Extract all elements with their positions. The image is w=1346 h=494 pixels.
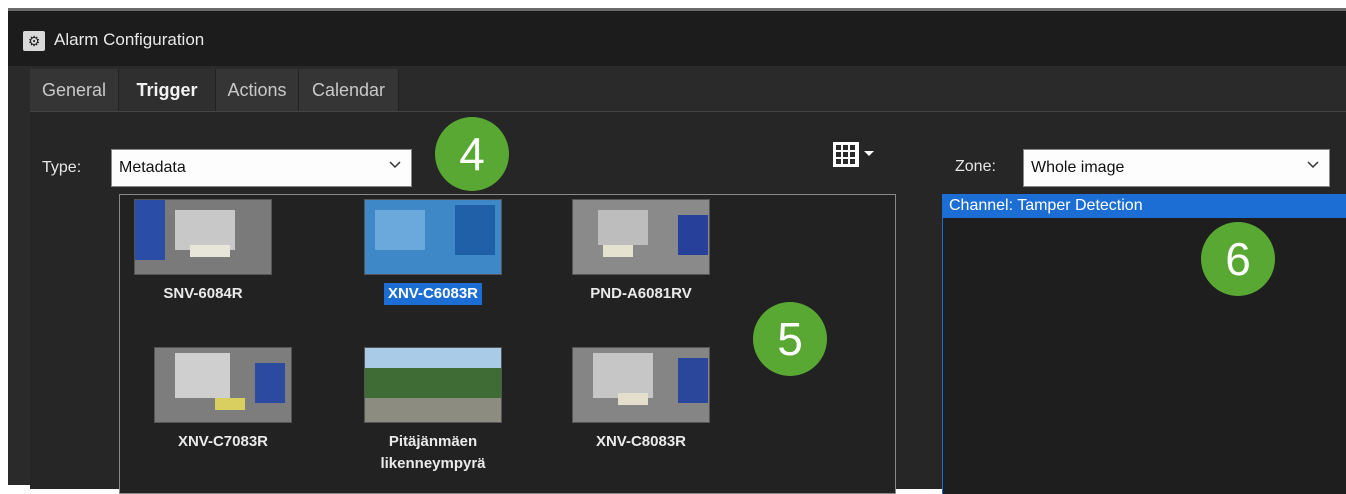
camera-tile[interactable]: XNV-C6083R xyxy=(364,199,502,305)
tab-general[interactable]: General xyxy=(30,69,119,111)
camera-label: Pitäjänmäen likenneympyrä xyxy=(380,433,486,472)
camera-tile[interactable]: SNV-6084R xyxy=(134,199,272,305)
zone-select[interactable]: Whole image xyxy=(1023,149,1330,187)
camera-thumbnail xyxy=(364,347,502,423)
camera-tile[interactable]: XNV-C8083R xyxy=(572,347,710,453)
camera-tile[interactable]: XNV-C7083R xyxy=(154,347,292,453)
chevron-down-icon xyxy=(389,161,401,169)
camera-thumbnail xyxy=(134,199,272,275)
camera-label: XNV-C8083R xyxy=(595,433,687,450)
tab-bar: General Trigger Actions Calendar xyxy=(30,69,1346,111)
camera-label: XNV-C7083R xyxy=(177,433,269,450)
zone-select-value: Whole image xyxy=(1031,159,1125,176)
tab-calendar[interactable]: Calendar xyxy=(299,69,399,111)
window-title: Alarm Configuration xyxy=(54,30,205,49)
camera-label: SNV-6084R xyxy=(163,285,243,302)
camera-label: PND-A6081RV xyxy=(590,285,692,302)
camera-thumbnail xyxy=(154,347,292,423)
type-select[interactable]: Metadata xyxy=(111,149,412,187)
camera-tile[interactable]: PND-A6081RV xyxy=(572,199,710,305)
zone-list-item[interactable]: Channel: Tamper Detection xyxy=(943,194,1346,218)
chevron-down-icon xyxy=(1307,161,1319,169)
alarm-configuration-window: ⚙ Alarm Configuration General Trigger Ac… xyxy=(8,8,1346,494)
camera-tile[interactable]: Pitäjänmäen likenneympyrä xyxy=(364,347,502,475)
zone-list: Channel: Tamper Detection xyxy=(942,194,1346,494)
camera-label: XNV-C6083R xyxy=(383,283,483,305)
zone-label: Zone: xyxy=(955,158,996,175)
camera-thumbnail xyxy=(364,199,502,275)
grid-layout-button[interactable] xyxy=(831,140,893,170)
title-bar: ⚙ Alarm Configuration xyxy=(8,11,1346,66)
grid-layout-icon xyxy=(833,142,874,167)
type-select-value: Metadata xyxy=(119,159,186,176)
tab-actions[interactable]: Actions xyxy=(216,69,299,111)
camera-thumbnail xyxy=(572,347,710,423)
annotation-badge-5: 5 xyxy=(753,302,827,376)
annotation-badge-4: 4 xyxy=(435,117,509,191)
camera-thumbnail xyxy=(572,199,710,275)
trigger-panel: Type: Metadata 4 SNV-6084R XNV-C6083R PN… xyxy=(30,111,1346,494)
gear-icon: ⚙ xyxy=(23,31,45,51)
type-label: Type: xyxy=(42,159,82,176)
annotation-badge-6: 6 xyxy=(1201,222,1275,296)
tab-trigger[interactable]: Trigger xyxy=(119,69,216,111)
